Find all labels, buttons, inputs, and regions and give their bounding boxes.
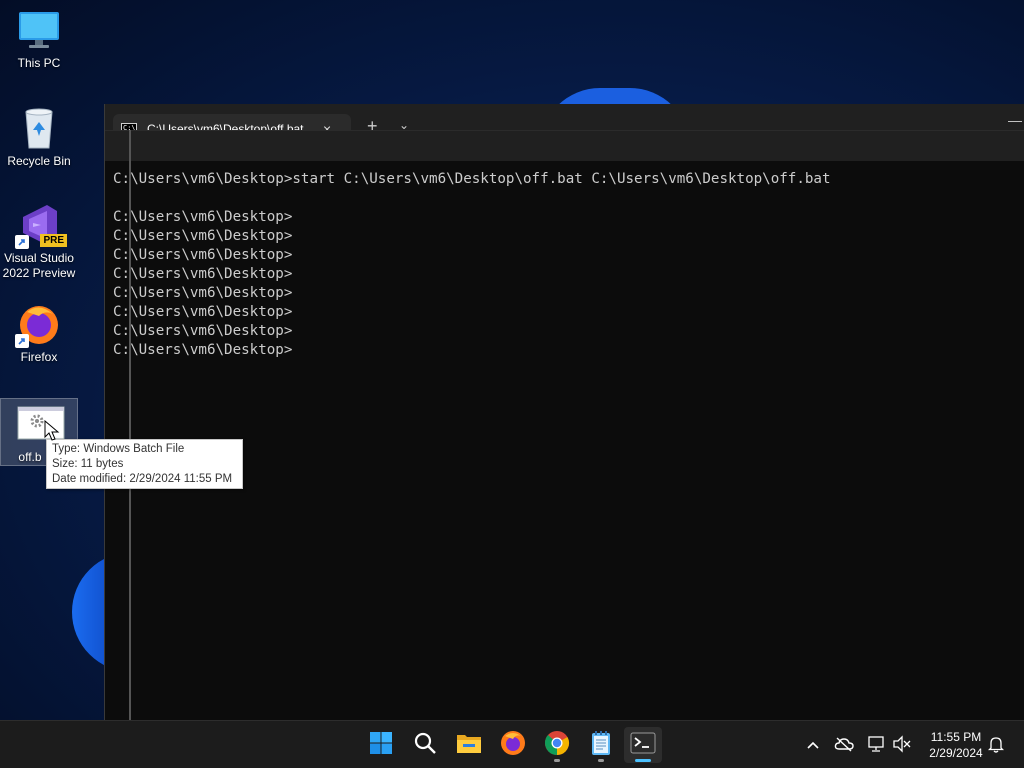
chevron-up-icon bbox=[806, 737, 820, 753]
computer-icon bbox=[17, 8, 61, 52]
preview-badge: PRE bbox=[40, 234, 67, 247]
notepad-icon bbox=[590, 730, 612, 761]
chrome-taskbar-button[interactable] bbox=[538, 727, 576, 763]
network-button[interactable] bbox=[866, 735, 886, 755]
clock-time: 11:55 PM bbox=[930, 730, 982, 744]
terminal-line: C:\Users\vm6\Desktop> bbox=[113, 209, 293, 225]
running-indicator bbox=[598, 759, 604, 762]
show-hidden-icons-button[interactable] bbox=[803, 735, 823, 755]
visual-studio-icon: PRE bbox=[15, 203, 67, 249]
recycle-bin-icon bbox=[17, 106, 61, 150]
notepad-taskbar-button[interactable] bbox=[582, 727, 620, 763]
terminal-line: C:\Users\vm6\Desktop> bbox=[113, 247, 293, 263]
desktop-icon-label: off.b bbox=[18, 450, 42, 464]
desktop-icon-firefox[interactable]: Firefox bbox=[0, 302, 78, 365]
terminal-line: C:\Users\vm6\Desktop> bbox=[113, 342, 293, 358]
terminal-output[interactable]: C:\Users\vm6\Desktop>start C:\Users\vm6\… bbox=[113, 170, 1024, 720]
chrome-icon bbox=[544, 730, 570, 761]
search-button[interactable] bbox=[406, 727, 444, 763]
bell-icon bbox=[987, 735, 1005, 756]
terminal-line: C:\Users\vm6\Desktop>start C:\Users\vm6\… bbox=[113, 171, 831, 187]
active-indicator bbox=[635, 759, 651, 762]
tooltip-size: Size: 11 bytes bbox=[52, 458, 124, 470]
terminal-line: C:\Users\vm6\Desktop> bbox=[113, 285, 293, 301]
firefox-icon bbox=[500, 730, 526, 761]
tooltip-type: Type: Windows Batch File bbox=[52, 443, 185, 455]
terminal-line: C:\Users\vm6\Desktop> bbox=[113, 304, 293, 320]
start-button[interactable] bbox=[362, 727, 400, 763]
minimize-button[interactable]: — bbox=[1008, 112, 1022, 128]
desktop-icon-visual-studio[interactable]: PRE Visual Studio 2022 Preview bbox=[0, 203, 78, 281]
windows-logo-icon bbox=[369, 731, 393, 760]
search-icon bbox=[413, 731, 437, 760]
volume-button[interactable] bbox=[892, 734, 912, 756]
terminal-line: C:\Users\vm6\Desktop> bbox=[113, 266, 293, 282]
desktop-icon-this-pc[interactable]: This PC bbox=[0, 8, 78, 71]
shortcut-arrow-icon bbox=[15, 334, 29, 348]
terminal-line: C:\Users\vm6\Desktop> bbox=[113, 323, 293, 339]
terminal-line: C:\Users\vm6\Desktop> bbox=[113, 228, 293, 244]
desktop-icon-label: This PC bbox=[17, 56, 61, 70]
firefox-icon bbox=[15, 302, 61, 348]
notifications-button[interactable] bbox=[986, 735, 1006, 755]
network-icon bbox=[866, 735, 886, 756]
mouse-cursor-icon bbox=[44, 419, 60, 442]
shortcut-arrow-icon bbox=[15, 235, 29, 249]
taskbar: 11:55 PM 2/29/2024 bbox=[0, 720, 1024, 768]
tooltip-modified: Date modified: 2/29/2024 11:55 PM bbox=[52, 473, 233, 485]
desktop-icon-label: Recycle Bin bbox=[7, 154, 71, 168]
file-explorer-button[interactable] bbox=[450, 727, 488, 763]
terminal-toolbar bbox=[105, 130, 1024, 161]
terminal-window[interactable]: C:\ C:\Users\vm6\Desktop\off.bat × + ⌄ —… bbox=[104, 104, 1024, 720]
desktop-icon-label: Visual Studio 2022 Preview bbox=[2, 251, 76, 280]
clock-date: 2/29/2024 bbox=[929, 746, 983, 760]
file-tooltip: Type: Windows Batch File Size: 11 bytes … bbox=[46, 439, 243, 489]
volume-muted-icon bbox=[892, 734, 912, 756]
running-indicator bbox=[554, 759, 560, 762]
folder-icon bbox=[456, 732, 482, 759]
firefox-taskbar-button[interactable] bbox=[494, 727, 532, 763]
terminal-taskbar-button[interactable] bbox=[624, 727, 662, 763]
cloud-offline-icon bbox=[834, 736, 854, 755]
onedrive-button[interactable] bbox=[834, 735, 854, 755]
desktop-icon-recycle-bin[interactable]: Recycle Bin bbox=[0, 106, 78, 169]
terminal-icon bbox=[630, 732, 656, 759]
desktop-icon-label: Firefox bbox=[20, 350, 58, 364]
clock[interactable]: 11:55 PM 2/29/2024 bbox=[918, 729, 994, 761]
